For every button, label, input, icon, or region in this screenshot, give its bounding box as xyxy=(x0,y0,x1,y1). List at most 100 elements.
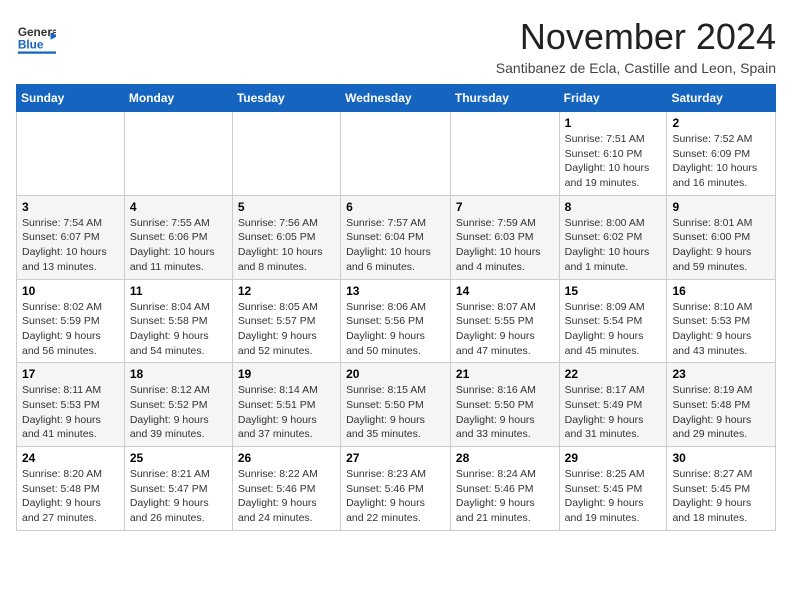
calendar-day-cell: 10 Sunrise: 8:02 AMSunset: 5:59 PMDayligh… xyxy=(17,279,125,363)
day-info: Sunrise: 8:06 AMSunset: 5:56 PMDaylight:… xyxy=(346,300,445,359)
day-number: 2 xyxy=(672,116,770,130)
calendar-day-cell: 16Sunrise: 8:10 AMSunset: 5:53 PMDayligh… xyxy=(667,279,776,363)
calendar-day-cell xyxy=(341,112,451,196)
calendar-day-cell: 9 Sunrise: 8:01 AMSunset: 6:00 PMDaylight… xyxy=(667,195,776,279)
day-info: Sunrise: 7:52 AMSunset: 6:09 PMDaylight:… xyxy=(672,132,770,191)
day-info: Sunrise: 8:02 AMSunset: 5:59 PMDaylight:… xyxy=(22,300,119,359)
calendar-day-cell: 27Sunrise: 8:23 AMSunset: 5:46 PMDayligh… xyxy=(341,447,451,531)
day-number: 26 xyxy=(238,451,335,465)
calendar-day-cell: 8Sunrise: 8:00 AMSunset: 6:02 PMDaylight… xyxy=(559,195,667,279)
svg-text:Blue: Blue xyxy=(18,38,44,52)
page-header: General Blue November 2024 Santibanez de… xyxy=(16,16,776,76)
calendar-day-cell: 4Sunrise: 7:55 AMSunset: 6:06 PMDaylight… xyxy=(124,195,232,279)
day-of-week-header: Friday xyxy=(559,85,667,112)
day-info: Sunrise: 8:01 AMSunset: 6:00 PMDaylight:… xyxy=(672,216,770,275)
day-number: 10 xyxy=(22,284,119,298)
calendar-day-cell: 22 Sunrise: 8:17 AMSunset: 5:49 PMDayligh… xyxy=(559,363,667,447)
day-info: Sunrise: 8:23 AMSunset: 5:46 PMDaylight:… xyxy=(346,467,445,526)
calendar-day-cell xyxy=(450,112,559,196)
month-title: November 2024 xyxy=(496,16,776,58)
day-number: 15 xyxy=(565,284,662,298)
calendar-day-cell: 1 Sunrise: 7:51 AMSunset: 6:10 PMDaylight… xyxy=(559,112,667,196)
calendar-day-cell: 5Sunrise: 7:56 AMSunset: 6:05 PMDaylight… xyxy=(232,195,340,279)
day-info: Sunrise: 8:14 AMSunset: 5:51 PMDaylight:… xyxy=(238,383,335,442)
day-info: Sunrise: 8:05 AMSunset: 5:57 PMDaylight:… xyxy=(238,300,335,359)
calendar-day-cell xyxy=(124,112,232,196)
calendar-table: SundayMondayTuesdayWednesdayThursdayFrid… xyxy=(16,84,776,531)
day-of-week-header: Thursday xyxy=(450,85,559,112)
day-number: 7 xyxy=(456,200,554,214)
calendar-day-cell: 28 Sunrise: 8:24 AMSunset: 5:46 PMDayligh… xyxy=(450,447,559,531)
location-subtitle: Santibanez de Ecla, Castille and Leon, S… xyxy=(496,60,776,76)
calendar-day-cell: 12 Sunrise: 8:05 AMSunset: 5:57 PMDayligh… xyxy=(232,279,340,363)
day-number: 29 xyxy=(565,451,662,465)
calendar-day-cell: 15 Sunrise: 8:09 AMSunset: 5:54 PMDayligh… xyxy=(559,279,667,363)
calendar-week-row: 1 Sunrise: 7:51 AMSunset: 6:10 PMDaylight… xyxy=(17,112,776,196)
day-number: 5 xyxy=(238,200,335,214)
day-info: Sunrise: 8:17 AMSunset: 5:49 PMDaylight:… xyxy=(565,383,662,442)
day-number: 23 xyxy=(672,367,770,381)
calendar-day-cell: 11 Sunrise: 8:04 AMSunset: 5:58 PMDayligh… xyxy=(124,279,232,363)
calendar-day-cell: 7 Sunrise: 7:59 AMSunset: 6:03 PMDaylight… xyxy=(450,195,559,279)
day-info: Sunrise: 8:16 AMSunset: 5:50 PMDaylight:… xyxy=(456,383,554,442)
day-number: 22 xyxy=(565,367,662,381)
calendar-day-cell: 3 Sunrise: 7:54 AMSunset: 6:07 PMDaylight… xyxy=(17,195,125,279)
day-number: 25 xyxy=(130,451,227,465)
day-number: 24 xyxy=(22,451,119,465)
calendar-day-cell: 29 Sunrise: 8:25 AMSunset: 5:45 PMDayligh… xyxy=(559,447,667,531)
calendar-week-row: 24 Sunrise: 8:20 AMSunset: 5:48 PMDayligh… xyxy=(17,447,776,531)
day-info: Sunrise: 8:10 AMSunset: 5:53 PMDaylight:… xyxy=(672,300,770,359)
calendar-day-cell xyxy=(17,112,125,196)
day-number: 3 xyxy=(22,200,119,214)
day-number: 11 xyxy=(130,284,227,298)
day-info: Sunrise: 8:12 AMSunset: 5:52 PMDaylight:… xyxy=(130,383,227,442)
day-info: Sunrise: 8:27 AMSunset: 5:45 PMDaylight:… xyxy=(672,467,770,526)
day-info: Sunrise: 7:51 AMSunset: 6:10 PMDaylight:… xyxy=(565,132,662,191)
day-info: Sunrise: 8:25 AMSunset: 5:45 PMDaylight:… xyxy=(565,467,662,526)
day-info: Sunrise: 7:57 AMSunset: 6:04 PMDaylight:… xyxy=(346,216,445,275)
day-number: 14 xyxy=(456,284,554,298)
day-number: 17 xyxy=(22,367,119,381)
logo: General Blue xyxy=(16,16,60,61)
day-number: 12 xyxy=(238,284,335,298)
day-info: Sunrise: 8:20 AMSunset: 5:48 PMDaylight:… xyxy=(22,467,119,526)
day-info: Sunrise: 7:54 AMSunset: 6:07 PMDaylight:… xyxy=(22,216,119,275)
calendar-day-cell: 26 Sunrise: 8:22 AMSunset: 5:46 PMDayligh… xyxy=(232,447,340,531)
day-number: 21 xyxy=(456,367,554,381)
calendar-week-row: 17Sunrise: 8:11 AMSunset: 5:53 PMDayligh… xyxy=(17,363,776,447)
day-of-week-header: Wednesday xyxy=(341,85,451,112)
day-info: Sunrise: 8:15 AMSunset: 5:50 PMDaylight:… xyxy=(346,383,445,442)
calendar-day-cell: 2 Sunrise: 7:52 AMSunset: 6:09 PMDaylight… xyxy=(667,112,776,196)
title-area: November 2024 Santibanez de Ecla, Castil… xyxy=(496,16,776,76)
calendar-week-row: 10 Sunrise: 8:02 AMSunset: 5:59 PMDayligh… xyxy=(17,279,776,363)
day-number: 9 xyxy=(672,200,770,214)
day-info: Sunrise: 8:24 AMSunset: 5:46 PMDaylight:… xyxy=(456,467,554,526)
day-of-week-header: Tuesday xyxy=(232,85,340,112)
calendar-week-row: 3 Sunrise: 7:54 AMSunset: 6:07 PMDaylight… xyxy=(17,195,776,279)
day-info: Sunrise: 8:07 AMSunset: 5:55 PMDaylight:… xyxy=(456,300,554,359)
day-number: 20 xyxy=(346,367,445,381)
day-info: Sunrise: 7:59 AMSunset: 6:03 PMDaylight:… xyxy=(456,216,554,275)
day-number: 6 xyxy=(346,200,445,214)
day-number: 13 xyxy=(346,284,445,298)
day-of-week-header: Sunday xyxy=(17,85,125,112)
calendar-day-cell xyxy=(232,112,340,196)
day-number: 28 xyxy=(456,451,554,465)
calendar-day-cell: 25Sunrise: 8:21 AMSunset: 5:47 PMDayligh… xyxy=(124,447,232,531)
calendar-header-row: SundayMondayTuesdayWednesdayThursdayFrid… xyxy=(17,85,776,112)
day-info: Sunrise: 8:09 AMSunset: 5:54 PMDaylight:… xyxy=(565,300,662,359)
day-number: 1 xyxy=(565,116,662,130)
calendar-body: 1 Sunrise: 7:51 AMSunset: 6:10 PMDaylight… xyxy=(17,112,776,531)
calendar-day-cell: 13 Sunrise: 8:06 AMSunset: 5:56 PMDayligh… xyxy=(341,279,451,363)
calendar-day-cell: 14 Sunrise: 8:07 AMSunset: 5:55 PMDayligh… xyxy=(450,279,559,363)
day-of-week-header: Monday xyxy=(124,85,232,112)
day-info: Sunrise: 8:22 AMSunset: 5:46 PMDaylight:… xyxy=(238,467,335,526)
day-number: 18 xyxy=(130,367,227,381)
day-number: 30 xyxy=(672,451,770,465)
logo-icon: General Blue xyxy=(16,16,56,61)
day-of-week-header: Saturday xyxy=(667,85,776,112)
calendar-day-cell: 23 Sunrise: 8:19 AMSunset: 5:48 PMDayligh… xyxy=(667,363,776,447)
calendar-day-cell: 19Sunrise: 8:14 AMSunset: 5:51 PMDayligh… xyxy=(232,363,340,447)
day-info: Sunrise: 8:04 AMSunset: 5:58 PMDaylight:… xyxy=(130,300,227,359)
day-info: Sunrise: 8:19 AMSunset: 5:48 PMDaylight:… xyxy=(672,383,770,442)
